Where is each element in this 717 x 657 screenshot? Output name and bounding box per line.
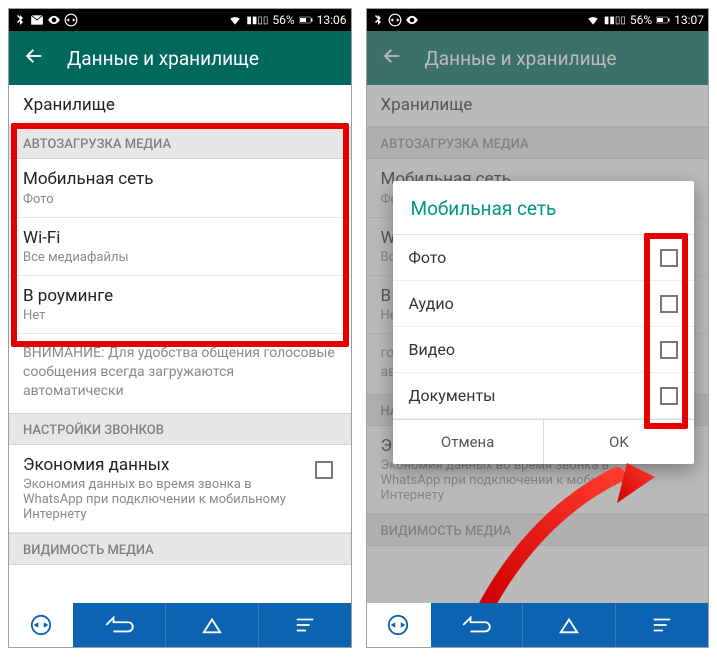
- nav-recent[interactable]: [616, 603, 708, 647]
- cancel-button[interactable]: Отмена: [393, 420, 544, 464]
- status-time: 13:06: [317, 13, 347, 27]
- storage-title: Хранилище: [23, 95, 337, 116]
- mobile-data-item[interactable]: Мобильная сеть Фото: [9, 159, 351, 217]
- teamviewer-icon: [64, 13, 78, 27]
- data-saver-title: Экономия данных: [23, 455, 307, 476]
- data-saver-checkbox[interactable]: [315, 461, 333, 479]
- storage-item: Хранилище: [367, 85, 709, 127]
- wifi-icon: [228, 13, 242, 27]
- mail-icon: [30, 13, 44, 27]
- action-bar: Данные и хранилище: [9, 31, 351, 85]
- data-saver-item[interactable]: Экономия данных Экономия данных во время…: [9, 445, 351, 533]
- autodownload-header: АВТОЗАГРУЗКА МЕДИА: [9, 127, 351, 159]
- teamviewer-icon: [388, 13, 402, 27]
- status-bar: ▮▮▯▯ 56% 13:07: [367, 9, 709, 31]
- audio-checkbox[interactable]: [660, 295, 678, 313]
- signal-icon: ▮▮▯▯: [246, 15, 268, 26]
- mobile-data-dialog: Мобильная сеть Фото Аудио Видео Документ…: [393, 181, 695, 464]
- data-saver-sub: Экономия данных во время звонка в WhatsA…: [23, 477, 307, 522]
- media-visibility-header: ВИДИМОСТЬ МЕДИА: [9, 533, 351, 565]
- status-time: 13:07: [674, 13, 704, 27]
- dialog-option-photo[interactable]: Фото: [393, 235, 695, 281]
- settings-content: Хранилище АВТОЗАГРУЗКА МЕДИА Мобильная с…: [9, 85, 351, 603]
- bluetooth-icon: [371, 13, 385, 27]
- nav-recent[interactable]: [259, 603, 351, 647]
- nav-home[interactable]: [523, 603, 616, 647]
- nav-teamviewer[interactable]: [9, 603, 73, 647]
- phone-left: ▮▮▯▯ 56% 13:06 Данные и хранилище Хранил…: [8, 8, 352, 648]
- dialog-option-audio[interactable]: Аудио: [393, 281, 695, 327]
- wifi-icon: [586, 13, 600, 27]
- action-bar: Данные и хранилище: [367, 31, 709, 85]
- documents-checkbox[interactable]: [660, 387, 678, 405]
- bluetooth-icon: [13, 13, 27, 27]
- storage-item[interactable]: Хранилище: [9, 85, 351, 127]
- dialog-option-documents[interactable]: Документы: [393, 373, 695, 419]
- status-bar: ▮▮▯▯ 56% 13:06: [9, 9, 351, 31]
- nav-bar: [9, 603, 351, 647]
- voice-note: ВНИМАНИЕ: Для удобства общения голосовые…: [9, 334, 351, 413]
- battery-pct: 56%: [272, 13, 294, 27]
- battery-icon: [299, 13, 313, 27]
- wifi-item[interactable]: Wi-Fi Все медиафайлы: [9, 218, 351, 276]
- roaming-title: В роуминге: [23, 286, 337, 307]
- settings-content: Хранилище АВТОЗАГРУЗКА МЕДИА Мобильная с…: [367, 85, 709, 603]
- video-checkbox[interactable]: [660, 341, 678, 359]
- battery-pct: 56%: [630, 13, 652, 27]
- roaming-item[interactable]: В роуминге Нет: [9, 276, 351, 334]
- wifi-sub: Все медиафайлы: [23, 250, 337, 265]
- mobile-sub: Фото: [23, 192, 337, 207]
- page-title: Данные и хранилище: [67, 47, 259, 70]
- wifi-title: Wi-Fi: [23, 228, 337, 249]
- nav-back[interactable]: [431, 603, 524, 647]
- dialog-option-video[interactable]: Видео: [393, 327, 695, 373]
- nav-teamviewer[interactable]: [367, 603, 431, 647]
- calls-header: НАСТРОЙКИ ЗВОНКОВ: [9, 413, 351, 445]
- dialog-buttons: Отмена OK: [393, 419, 695, 464]
- nav-back[interactable]: [73, 603, 166, 647]
- photo-checkbox[interactable]: [660, 249, 678, 267]
- signal-icon: ▮▮▯▯: [604, 15, 626, 26]
- eye-icon: [405, 13, 419, 27]
- back-icon[interactable]: [23, 45, 45, 72]
- phone-right: ▮▮▯▯ 56% 13:07 Данные и хранилище Хранил…: [366, 8, 710, 648]
- mobile-title: Мобильная сеть: [23, 169, 337, 190]
- battery-icon: [656, 13, 670, 27]
- nav-bar: [367, 603, 709, 647]
- nav-home[interactable]: [166, 603, 259, 647]
- media-visibility-header: ВИДИМОСТЬ МЕДИА: [367, 514, 709, 546]
- autodownload-header: АВТОЗАГРУЗКА МЕДИА: [367, 127, 709, 159]
- roaming-sub: Нет: [23, 308, 337, 323]
- eye-icon: [47, 13, 61, 27]
- dialog-title: Мобильная сеть: [393, 181, 695, 235]
- ok-button[interactable]: OK: [544, 420, 694, 464]
